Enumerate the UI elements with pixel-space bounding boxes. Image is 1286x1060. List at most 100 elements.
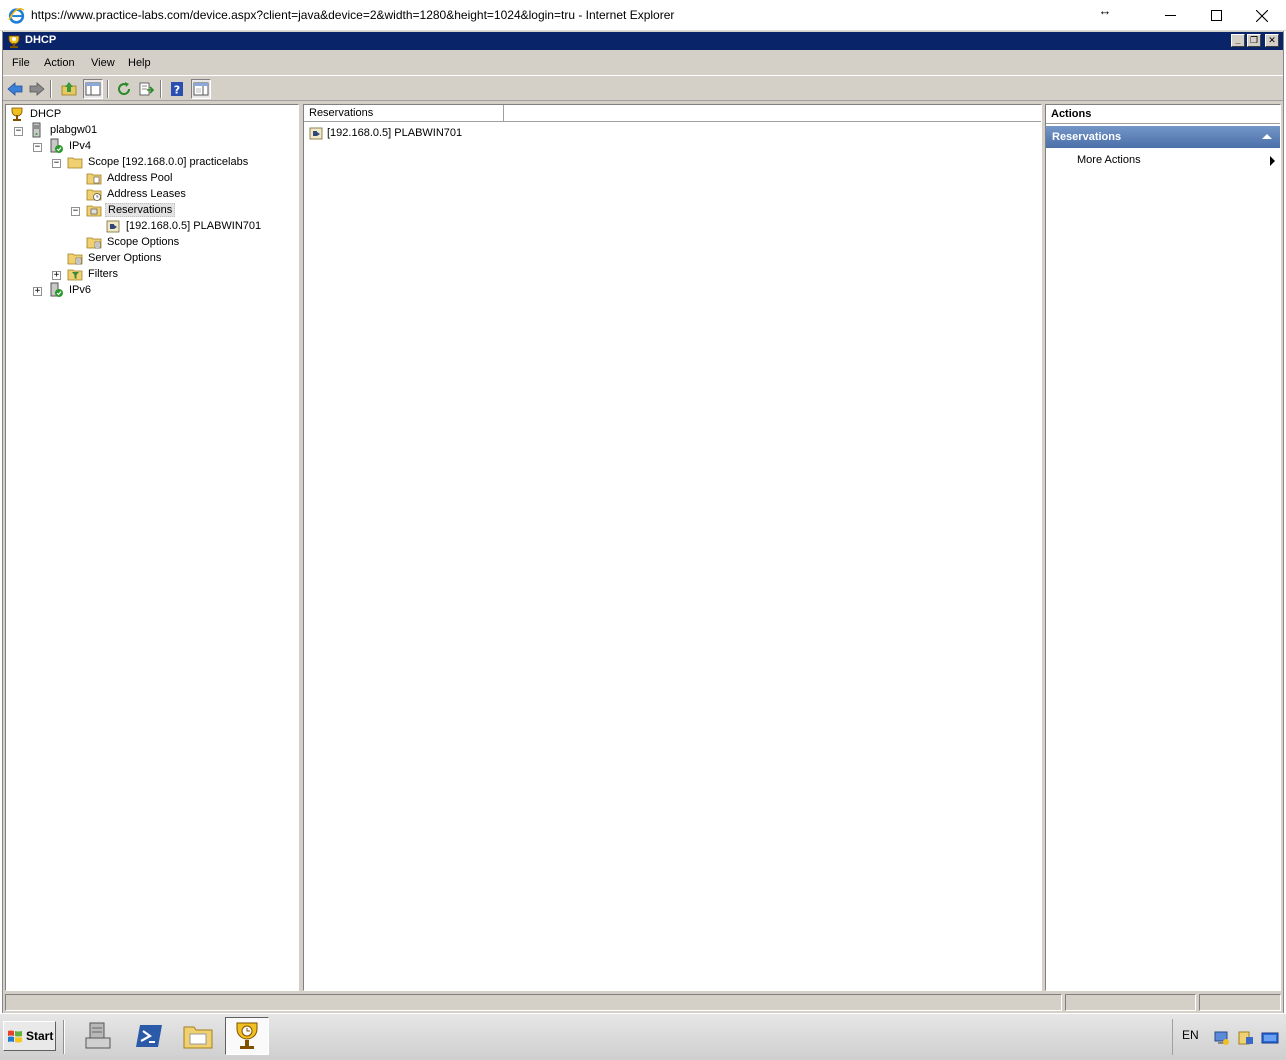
expander-reservations[interactable]: − [71,207,80,216]
more-actions-link[interactable]: More Actions [1077,154,1141,166]
menu-file[interactable]: File [12,57,30,69]
list-item-label: [192.168.0.5] PLABWIN701 [327,127,463,139]
close-button[interactable] [1239,0,1285,31]
language-indicator[interactable]: EN [1182,1028,1199,1042]
tree-node-scope[interactable]: Scope [192.168.0.0] practicelabs [67,154,250,170]
back-button[interactable] [5,79,25,99]
help-button[interactable]: ? [167,79,187,99]
refresh-button[interactable] [114,79,134,99]
tree-label: Address Leases [107,188,186,200]
reservation-icon [106,220,120,233]
expander-ipv6[interactable]: + [33,287,42,296]
refresh-icon [118,82,131,96]
status-cell [1199,994,1281,1011]
actions-section-reservations[interactable]: Reservations [1046,126,1280,148]
tree-node-address-pool[interactable]: Address Pool [86,170,174,186]
status-bar [3,993,1283,1012]
reservation-icon [309,127,323,140]
show-desktop-icon[interactable] [1261,1030,1279,1046]
network-icon[interactable] [1213,1030,1231,1046]
dhcp-title-bar: DHCP _ ❐ ✕ [3,32,1283,50]
tree-label: [192.168.0.5] PLABWIN701 [126,220,262,232]
mdi-restore-button[interactable]: ❐ [1247,34,1261,47]
dhcp-root-icon [11,107,23,121]
up-one-level-button[interactable] [59,79,79,99]
taskbar-dhcp[interactable] [225,1017,269,1055]
start-label: Start [26,1029,54,1043]
powershell-icon [136,1025,162,1047]
svg-text:?: ? [174,84,180,97]
show-hide-tree-icon [85,82,101,96]
expander-filters[interactable]: + [52,271,61,280]
menu-action[interactable]: Action [44,57,75,69]
show-hide-console-tree-button[interactable] [83,79,103,99]
show-hide-action-pane-icon [193,82,209,96]
toolbar-separator [107,80,109,98]
actions-header: Actions [1046,105,1280,124]
tree-node-server[interactable]: plabgw01 [29,122,99,138]
column-header-reservations[interactable]: Reservations [304,105,504,122]
dhcp-window: DHCP _ ❐ ✕ File Action View Help ? DHCP … [2,31,1284,1060]
collapse-up-icon[interactable] [1262,134,1272,139]
tree-node-reservation-item[interactable]: [192.168.0.5] PLABWIN701 [105,218,263,234]
server-options-icon [67,253,83,265]
export-list-button[interactable] [136,79,156,99]
status-cell [1065,994,1196,1011]
server-manager-icon [85,1022,111,1049]
maximize-button[interactable] [1193,0,1239,31]
tree-label: Scope [192.168.0.0] practicelabs [88,156,249,168]
action-center-icon[interactable] [1237,1030,1255,1046]
address-leases-icon [86,189,102,201]
tree-node-dhcp[interactable]: DHCP [9,106,63,122]
expander-plabgw01[interactable]: − [14,127,23,136]
taskbar: Start EN [0,1013,1286,1060]
taskbar-server-manager[interactable] [76,1017,120,1055]
minimize-icon [1164,15,1176,16]
tree-node-ipv4[interactable]: IPv4 [48,138,93,154]
resize-icon[interactable]: ↔ [1094,3,1116,19]
expander-scope[interactable]: − [52,159,61,168]
actions-section-label: Reservations [1052,131,1122,143]
tree-label: IPv6 [69,284,92,296]
forward-button[interactable] [27,79,47,99]
taskbar-powershell[interactable] [127,1017,171,1055]
toolbar-separator [50,80,52,98]
windows-flag-icon [8,1030,22,1043]
menu-help[interactable]: Help [128,57,151,69]
tree-node-server-options[interactable]: Server Options [67,250,163,266]
reservations-folder-icon [86,205,102,217]
actions-pane: Actions Reservations More Actions [1045,104,1281,991]
help-icon: ? [171,82,183,97]
internet-explorer-icon [8,8,25,24]
window-title: DHCP [25,34,57,46]
expander-ipv4[interactable]: − [33,143,42,152]
maximize-icon [1210,10,1222,21]
mdi-close-button[interactable]: ✕ [1265,34,1279,47]
toolbar-separator [160,80,162,98]
status-cell [5,994,1062,1011]
mdi-minimize-button[interactable]: _ [1231,34,1245,47]
show-hide-action-pane-button[interactable] [191,79,211,99]
minimize-button[interactable] [1147,0,1193,31]
tree-node-ipv6[interactable]: IPv6 [48,282,93,298]
tree-node-scope-options[interactable]: Scope Options [86,234,181,250]
tree-label: plabgw01 [50,124,98,136]
results-pane[interactable]: Reservations [192.168.0.5] PLABWIN701 [303,104,1042,991]
browser-title: https://www.practice-labs.com/device.asp… [31,8,675,22]
up-folder-icon [61,82,77,96]
tree-label: Address Pool [107,172,173,184]
console-tree[interactable]: DHCP − plabgw01 − IPv4 − Scope [192.168.… [5,104,299,991]
toolbar: ? [3,75,1283,101]
tree-node-address-leases[interactable]: Address Leases [86,186,188,202]
taskbar-file-explorer[interactable] [176,1017,220,1055]
export-list-icon [139,82,154,96]
menu-view[interactable]: View [91,57,115,69]
tree-node-reservations[interactable]: Reservations [86,202,176,218]
list-item[interactable]: [192.168.0.5] PLABWIN701 [308,125,462,141]
taskbar-separator [63,1020,65,1054]
start-button[interactable]: Start [3,1021,56,1051]
column-header-row: Reservations [304,105,1041,122]
forward-arrow-icon [29,82,45,96]
address-pool-icon [86,173,102,185]
tree-node-filters[interactable]: Filters [67,266,120,282]
